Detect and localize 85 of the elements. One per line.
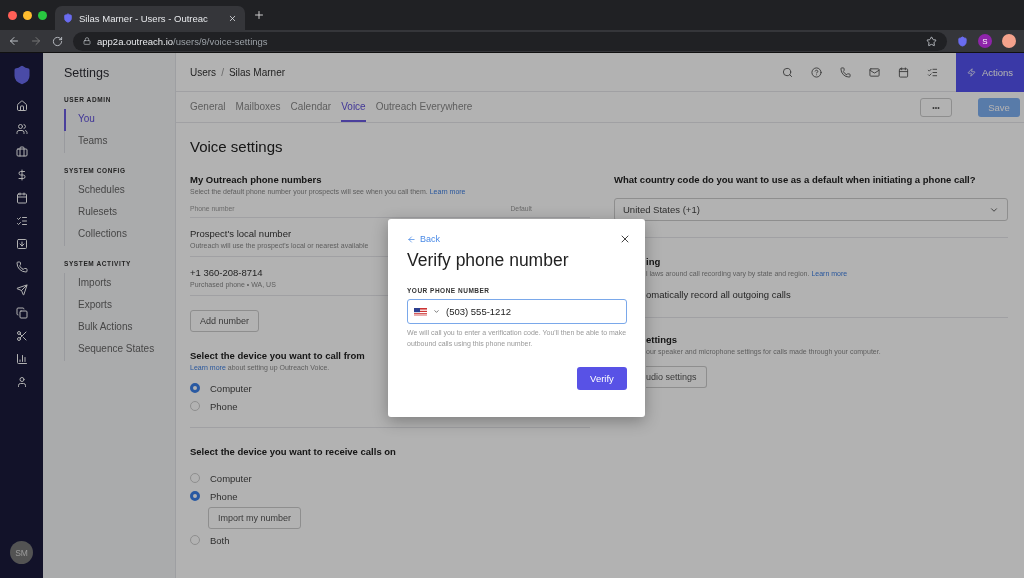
- shield-icon: [63, 13, 73, 23]
- caret-icon[interactable]: [433, 308, 440, 315]
- radio-button[interactable]: [190, 535, 200, 545]
- flag-icon: [414, 307, 427, 316]
- close-icon[interactable]: [228, 13, 237, 23]
- bar-chart-icon[interactable]: [15, 353, 28, 365]
- radio-button[interactable]: [190, 491, 200, 501]
- profile-avatar[interactable]: S: [978, 34, 992, 48]
- lock-icon: [83, 37, 91, 45]
- inbox-icon[interactable]: [15, 238, 28, 250]
- sidebar-item[interactable]: Collections: [64, 224, 175, 246]
- country-select[interactable]: United States (+1): [614, 198, 1008, 221]
- close-light: [8, 10, 17, 20]
- audio-settings-button[interactable]: udio settings: [646, 366, 707, 388]
- section-heading: What country code do you want to use as a default when initiating a phone call?: [614, 174, 977, 185]
- search-icon[interactable]: [782, 66, 793, 78]
- tab[interactable]: General: [190, 92, 226, 122]
- import-number-button[interactable]: Import my number: [208, 507, 302, 529]
- dialog-title: Verify phone number: [407, 250, 570, 271]
- radio-button[interactable]: [190, 473, 200, 483]
- tab[interactable]: Outreach Everywhere: [375, 92, 473, 122]
- sidebar-item[interactable]: Schedules: [64, 180, 175, 202]
- radio-button[interactable]: [190, 401, 200, 411]
- phone-field[interactable]: (503) 555-1212: [407, 299, 627, 324]
- sidebar-title: Settings: [64, 66, 111, 80]
- section-heading: ettings: [646, 334, 679, 345]
- add-number-button[interactable]: Add number: [190, 310, 260, 332]
- send-icon[interactable]: [15, 284, 28, 296]
- new-tab-icon[interactable]: [253, 9, 265, 21]
- sidebar-item[interactable]: Exports: [64, 295, 175, 317]
- sidebar-item[interactable]: Sequence States: [64, 339, 175, 361]
- arrow-left-icon: [407, 234, 416, 244]
- browser-tab[interactable]: Silas Marner - Users - Outreac: [55, 6, 245, 30]
- breadcrumb-separator: /: [221, 66, 224, 78]
- actions-button[interactable]: Actions: [956, 53, 1024, 92]
- phone-name: Prospect's local number: [190, 228, 292, 239]
- sidebar-item[interactable]: Imports: [64, 273, 175, 295]
- radio-label: Phone: [210, 400, 238, 412]
- extension-icon[interactable]: [1002, 34, 1016, 48]
- dollar-icon[interactable]: [15, 169, 28, 181]
- phone-icon[interactable]: [840, 66, 851, 78]
- radio-button[interactable]: [190, 383, 200, 393]
- calendar-icon[interactable]: [898, 66, 909, 78]
- close-button[interactable]: [619, 233, 631, 245]
- verify-button[interactable]: Verify: [577, 366, 627, 390]
- section-heading: Select the device you want to call from: [190, 350, 366, 361]
- reload-icon[interactable]: [52, 35, 63, 47]
- briefcase-icon[interactable]: [15, 146, 28, 158]
- sidebar-item[interactable]: Rulesets: [64, 202, 175, 224]
- tab[interactable]: Voice: [341, 92, 366, 122]
- close-icon: [619, 233, 631, 245]
- sidebar-item[interactable]: Teams: [64, 131, 175, 153]
- radio-label: Phone: [210, 490, 238, 502]
- home-icon[interactable]: [15, 100, 28, 112]
- star-icon[interactable]: [926, 35, 937, 47]
- checklist-icon[interactable]: [15, 215, 28, 227]
- page-title: Voice settings: [190, 138, 284, 155]
- user-avatar[interactable]: SM: [10, 541, 33, 564]
- tab[interactable]: Calendar: [290, 92, 332, 122]
- toggle-label: omatically record all outgoing calls: [646, 289, 792, 300]
- help-icon[interactable]: [811, 66, 822, 78]
- back-link[interactable]: Back: [407, 234, 440, 244]
- checklist-icon[interactable]: [927, 66, 938, 78]
- breadcrumb-current: Silas Marner: [228, 66, 286, 78]
- phone-name: +1 360-208-8714: [190, 267, 263, 278]
- radio-label: Computer: [210, 472, 252, 484]
- section-heading: Select the device you want to receive calls on: [190, 446, 397, 457]
- section-heading: ing: [646, 256, 662, 267]
- zoom-light: [38, 10, 47, 20]
- tab[interactable]: Mailboxes: [235, 92, 281, 122]
- person-icon[interactable]: [15, 376, 28, 388]
- extension-icon[interactable]: [957, 35, 968, 47]
- radio-label: Both: [210, 534, 230, 546]
- copy-icon[interactable]: [15, 307, 28, 319]
- section-heading: My Outreach phone numbers: [190, 174, 323, 185]
- mail-icon[interactable]: [869, 66, 880, 78]
- back-icon[interactable]: [8, 35, 20, 47]
- minimize-light: [23, 10, 32, 20]
- address-field[interactable]: app2a.outreach.io/users/9/voice-settings: [73, 31, 947, 51]
- breadcrumb-link[interactable]: Users: [190, 66, 217, 78]
- radio-label: Computer: [210, 382, 252, 394]
- lightning-icon: [966, 67, 976, 77]
- scissors-icon[interactable]: [15, 330, 28, 342]
- people-icon[interactable]: [15, 123, 28, 135]
- sidebar-item[interactable]: Bulk Actions: [64, 317, 175, 339]
